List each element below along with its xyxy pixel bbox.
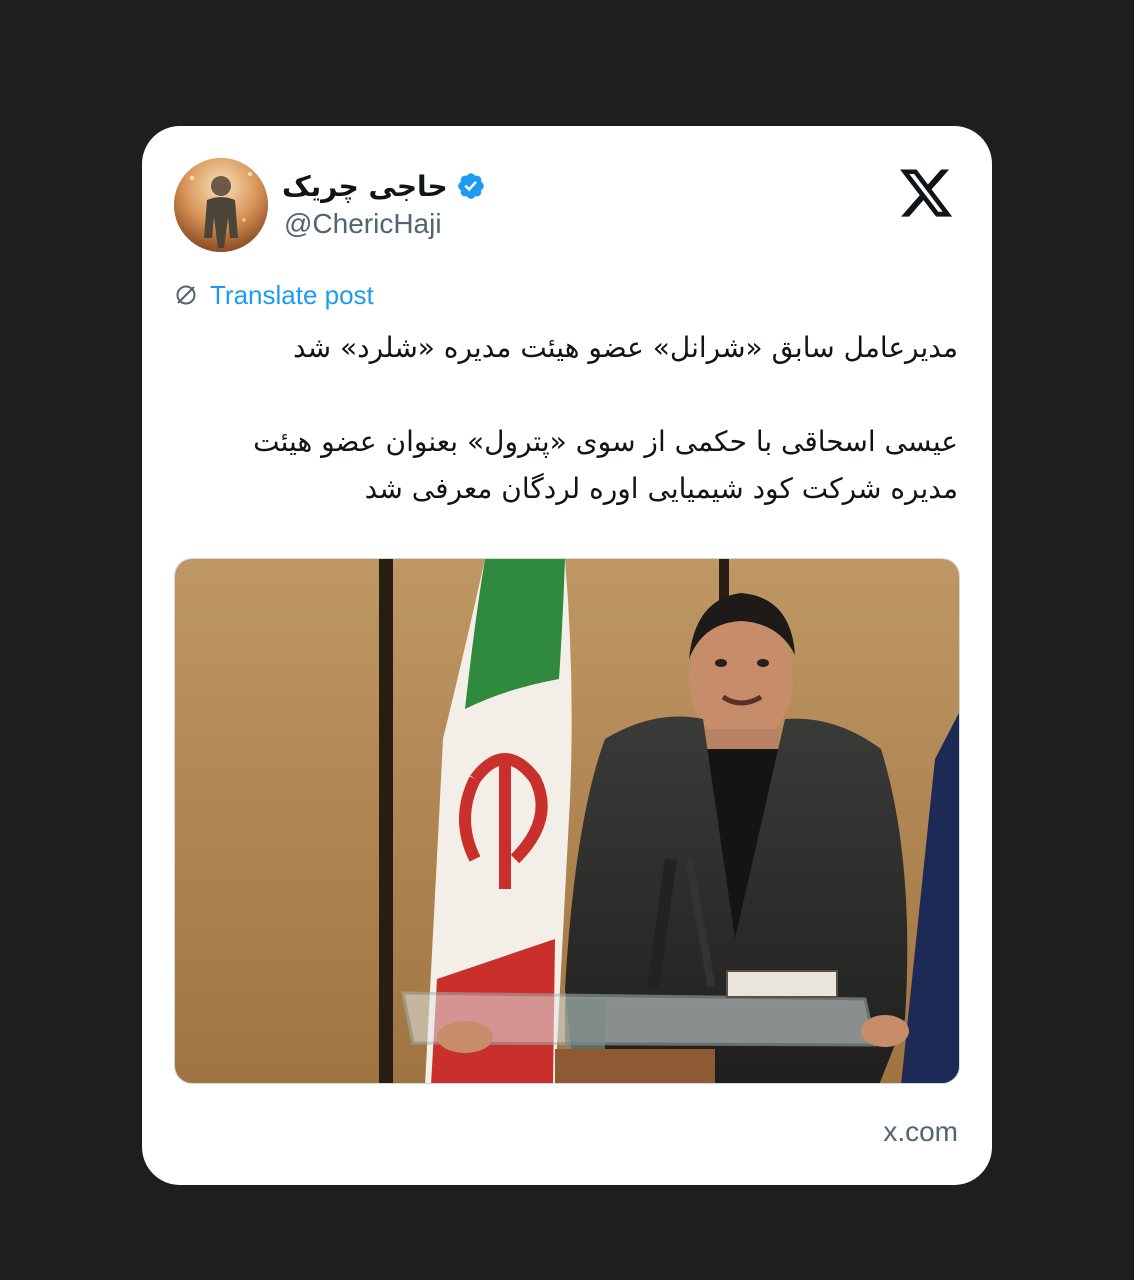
author-display-name[interactable]: حاجی چریک [282,170,448,203]
source-domain[interactable]: x.com [883,1116,958,1148]
post-photo[interactable] [174,558,960,1084]
author-handle[interactable]: @ChericHaji [284,208,442,240]
translate-globe-icon [176,285,196,305]
post-paragraph-2: عیسی اسحاقی با حکمی از سوی «پترول» بعنوا… [253,425,958,505]
verified-badge-icon [457,173,484,199]
post-card[interactable]: حاجی چریک @ChericHaji Translate post مدی… [142,126,992,1185]
post-text: مدیرعامل سابق «شرانل» عضو هیئت مدیره «شل… [178,324,958,512]
avatar[interactable] [174,158,268,252]
translate-label: Translate post [210,279,374,310]
post-paragraph-1: مدیرعامل سابق «شرانل» عضو هیئت مدیره «شل… [292,331,958,364]
author-name-row: حاجی چریک [282,166,486,206]
x-logo-icon[interactable] [896,164,956,222]
translate-post-link[interactable]: Translate post [174,278,374,312]
